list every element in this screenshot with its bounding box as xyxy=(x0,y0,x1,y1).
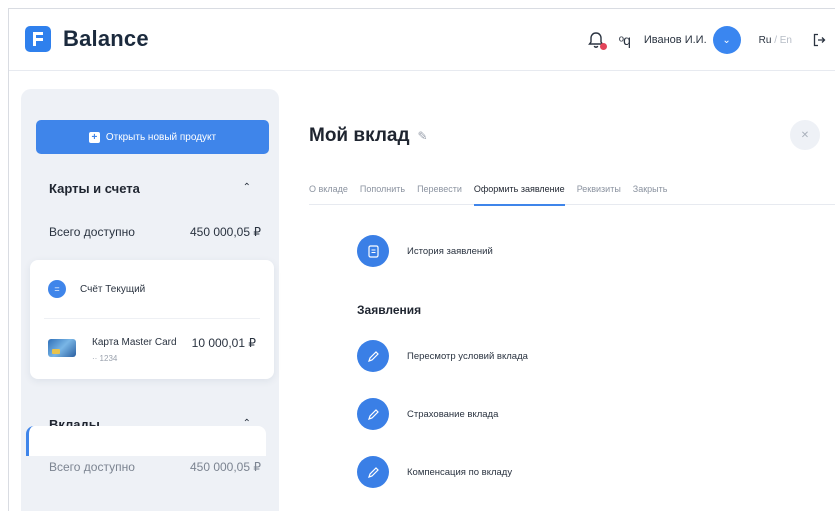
edit-title-pencil-icon[interactable]: ✎ xyxy=(418,129,428,143)
divider xyxy=(44,318,260,319)
application-label: Компенсация по вкладу xyxy=(407,466,513,478)
lang-en[interactable]: En xyxy=(780,35,792,46)
application-item[interactable]: Пересмотр условий вклада xyxy=(357,340,528,372)
tabs-bar: О вкладе Пополнить Перевести Оформить за… xyxy=(309,179,835,206)
page-title: Мой вклад xyxy=(309,125,410,146)
application-label: Страхование вклада xyxy=(407,408,499,420)
open-new-product-button[interactable]: + Открыть новый продукт xyxy=(36,120,269,154)
pencil-icon xyxy=(357,456,389,488)
accounts-panel: = Счёт Текущий Карта Master Card ·· 1234… xyxy=(30,260,274,379)
card-amount: 10 000,01 ₽ xyxy=(191,336,256,350)
tab-close[interactable]: Закрыть xyxy=(633,179,668,205)
page-title-row: Мой вклад ✎ xyxy=(309,125,428,147)
plus-icon: + xyxy=(88,131,100,143)
document-icon xyxy=(357,235,389,267)
deposits-available-value: 450 000,05 ₽ xyxy=(189,460,261,474)
logo[interactable]: Balance xyxy=(25,26,149,52)
cards-available-value: 450 000,05 ₽ xyxy=(189,225,261,239)
application-item[interactable]: Компенсация по вкладу xyxy=(357,456,512,488)
cards-available-label: Всего доступно xyxy=(49,225,135,239)
tab-topup[interactable]: Пополнить xyxy=(360,179,405,205)
notification-dot xyxy=(599,43,607,50)
close-button[interactable]: ✕ xyxy=(790,120,820,150)
app-frame: Balance ᵒq Иванов И.И. ⌄ Ru / En + Откры… xyxy=(8,8,835,511)
history-item[interactable]: История заявлений xyxy=(357,235,493,267)
bell-icon[interactable] xyxy=(587,31,607,50)
cards-collapse-chevron-icon[interactable]: ⌃ xyxy=(243,182,251,193)
lang-ru[interactable]: Ru xyxy=(759,35,772,46)
pencil-icon xyxy=(357,340,389,372)
open-new-product-label: Открыть новый продукт xyxy=(105,131,217,143)
applications-heading: Заявления xyxy=(357,303,422,317)
history-label: История заявлений xyxy=(407,245,493,257)
deposits-available-label: Всего доступно xyxy=(49,460,135,474)
link-icon[interactable]: ᵒq xyxy=(619,32,631,48)
tab-submit-application[interactable]: Оформить заявление xyxy=(473,179,565,206)
user-name[interactable]: Иванов И.И. xyxy=(644,34,707,46)
logo-text: Balance xyxy=(63,26,149,51)
cards-section-title[interactable]: Карты и счета xyxy=(49,181,140,196)
language-switch: Ru / En xyxy=(759,35,792,46)
top-header: Balance ᵒq Иванов И.И. ⌄ Ru / En xyxy=(9,9,835,71)
account-name: Счёт Текущий xyxy=(80,283,146,295)
tab-about[interactable]: О вкладе xyxy=(309,179,348,205)
card-name[interactable]: Карта Master Card xyxy=(92,337,177,348)
logo-icon xyxy=(25,26,51,52)
account-current[interactable]: = Счёт Текущий xyxy=(48,280,145,298)
lang-separator: / xyxy=(774,34,777,46)
mastercard-card-icon xyxy=(48,339,76,357)
application-item[interactable]: Страхование вклада xyxy=(357,398,498,430)
account-icon: = xyxy=(48,280,66,298)
tab-requisites[interactable]: Реквизиты xyxy=(577,179,621,205)
chevron-down-icon: ⌄ xyxy=(722,34,731,46)
pencil-icon xyxy=(357,398,389,430)
close-icon: ✕ xyxy=(800,129,810,141)
selected-deposit-item[interactable] xyxy=(26,426,266,456)
tab-transfer[interactable]: Перевести xyxy=(417,179,462,205)
header-actions: ᵒq Иванов И.И. ⌄ Ru / En xyxy=(587,26,826,54)
user-menu-button[interactable]: ⌄ xyxy=(712,26,741,54)
card-number: ·· 1234 xyxy=(92,354,118,363)
application-label: Пересмотр условий вклада xyxy=(407,350,528,362)
logout-icon[interactable] xyxy=(812,33,826,47)
